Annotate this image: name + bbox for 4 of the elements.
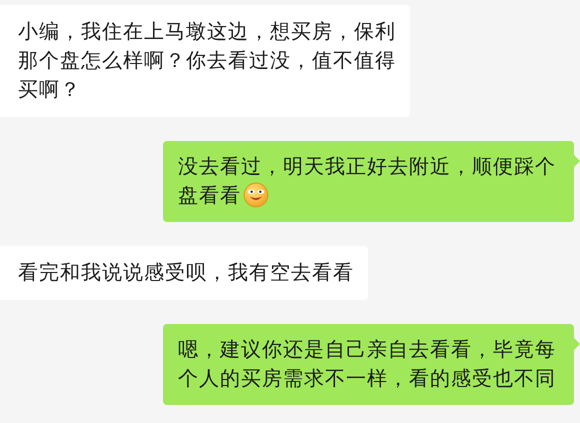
message-text: 看完和我说说感受呗，我有空去看看 (18, 260, 354, 284)
message-text: 嗯，建议你还是自己亲自去看看，毕竟每个人的买房需求不一样，看的感受也不同 (178, 337, 556, 390)
message-text: 没去看过，明天我正好去附近，顺便踩个盘看看 (178, 154, 556, 207)
message-text: 小编，我住在上马墩这边，想买房，保利那个盘怎么样啊？你去看过没，值不值得买啊？ (18, 19, 396, 101)
